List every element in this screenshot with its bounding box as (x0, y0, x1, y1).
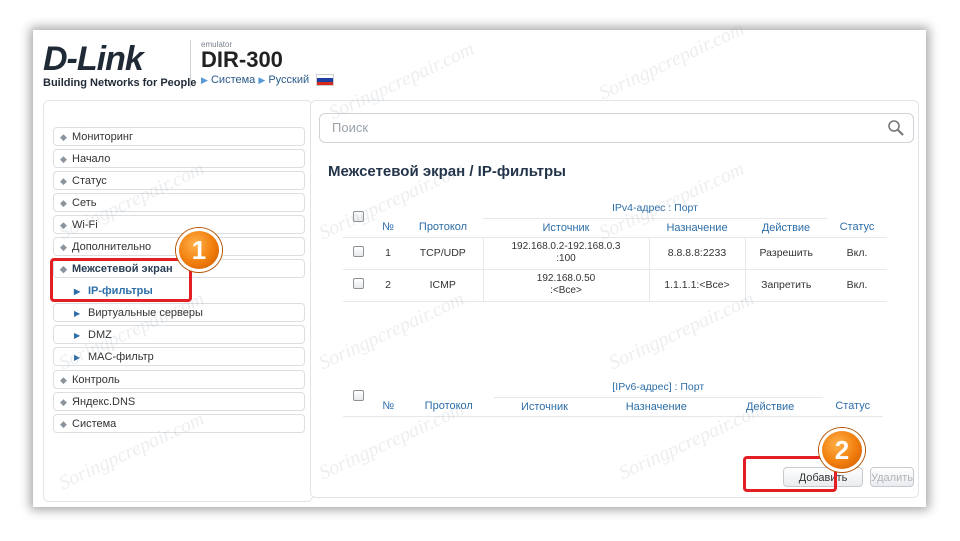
model-info: emulator DIR-300 ▶ Система ▶ Русский (201, 40, 335, 87)
sidebar-item-network[interactable]: ◆ Сеть (53, 193, 305, 212)
bullet-icon: ◆ (60, 397, 67, 407)
page-title: Межсетевой экран / IP-фильтры (328, 163, 566, 180)
col-source: Источник (520, 400, 568, 413)
sidebar-item-label: Виртуальные серверы (88, 307, 203, 319)
cell-source: 192.168.0.50:<Все> (483, 269, 650, 301)
bullet-icon: ◆ (60, 375, 67, 385)
cell-num: 2 (385, 279, 391, 291)
sidebar-item-dmz[interactable]: ▶ DMZ (53, 325, 305, 344)
sidebar-item-label: Мониторинг (72, 131, 134, 143)
row-checkbox[interactable] (352, 278, 364, 289)
row-checkbox-cell (343, 269, 373, 301)
col-num: № (382, 400, 395, 413)
sidebar-item-label: Система (72, 418, 117, 430)
table-row[interactable]: 2 ICMP 192.168.0.50:<Все> 1.1.1.1:<Все> … (343, 269, 887, 301)
highlight-firewall-menu (50, 258, 192, 302)
search-placeholder: Поиск (332, 120, 369, 135)
bullet-icon: ◆ (60, 176, 67, 186)
header-links: ▶ Система ▶ Русский (201, 74, 335, 87)
sidebar-item-start[interactable]: ◆ Начало (53, 149, 305, 168)
sidebar-item-label: Начало (72, 153, 111, 165)
language-link[interactable]: Русский (268, 74, 309, 86)
cell-status: Вкл. (846, 279, 868, 291)
ipv6-group-header: [IPv6-адрес] : Порт (494, 378, 823, 398)
bullet-icon: ◆ (60, 132, 67, 142)
col-status: Статус (839, 221, 875, 234)
col-num: № (382, 221, 394, 234)
bullet-icon: ◆ (60, 154, 67, 164)
sidebar-item-monitoring[interactable]: ◆ Мониторинг (53, 127, 305, 146)
ipv4-group-header: IPv4-адрес : Порт (483, 199, 827, 219)
system-link[interactable]: Система (211, 74, 255, 86)
sidebar-item-label: MAC-фильтр (88, 351, 154, 363)
sidebar-item-label: Wi-Fi (72, 219, 98, 231)
col-protocol: Протокол (424, 400, 473, 413)
cell-status: Вкл. (846, 247, 868, 259)
cell-source-ip: 192.168.0.2-192.168.0.3 (511, 241, 621, 252)
sidebar-item-label: Дополнительно (72, 241, 152, 253)
cell-action: Запретить (761, 279, 812, 291)
cell-source-ip: 192.168.0.50 (536, 273, 596, 284)
row-checkbox[interactable] (352, 246, 364, 257)
bullet-icon: ◆ (60, 242, 67, 252)
router-ui-window: D-Link Building Networks for People emul… (33, 18, 926, 507)
cell-protocol: ICMP (403, 269, 484, 301)
arrow-right-icon: ▶ (74, 353, 81, 362)
sidebar-item-status[interactable]: ◆ Статус (53, 171, 305, 190)
dlink-logo[interactable]: D-Link Building Networks for People (43, 42, 196, 89)
col-action: Действие (745, 400, 795, 413)
delete-button[interactable]: Удалить (870, 467, 914, 487)
ipv4-rules-table: IPv4-адрес : Порт № Протокол Источник На… (343, 199, 887, 302)
sidebar-item-system[interactable]: ◆ Система (53, 414, 305, 433)
sidebar-item-virtual-servers[interactable]: ▶ Виртуальные серверы (53, 303, 305, 322)
cell-action: Разрешить (759, 247, 813, 259)
col-protocol: Протокол (418, 221, 468, 234)
sidebar-item-yandex-dns[interactable]: ◆ Яндекс.DNS (53, 392, 305, 411)
row-checkbox-cell (343, 237, 373, 269)
russian-flag-icon[interactable] (316, 74, 335, 87)
table-row[interactable]: 1 TCP/UDP 192.168.0.2-192.168.0.3:100 8.… (343, 237, 887, 269)
arrow-right-icon: ▶ (258, 75, 266, 85)
model-name: DIR-300 (201, 47, 283, 72)
header-divider (190, 40, 191, 88)
step-2-badge: 2 (819, 428, 865, 472)
select-all-checkbox[interactable] (352, 210, 364, 222)
cell-source-port: :<Все> (550, 285, 582, 296)
col-destination: Назначение (625, 400, 687, 413)
ipv6-rules-table: [IPv6-адрес] : Порт № Протокол Источник … (343, 378, 883, 417)
sidebar-item-control[interactable]: ◆ Контроль (53, 370, 305, 389)
cell-source: 192.168.0.2-192.168.0.3:100 (483, 237, 650, 269)
cell-source-port: :100 (556, 253, 576, 264)
step-1-badge: 1 (176, 228, 222, 272)
bullet-icon: ◆ (60, 220, 67, 230)
sidebar-item-label: Яндекс.DNS (72, 396, 136, 408)
search-input[interactable]: Поиск (319, 113, 914, 143)
search-icon[interactable] (887, 119, 905, 137)
sidebar-item-mac-filter[interactable]: ▶ MAC-фильтр (53, 347, 305, 366)
select-all-cell (343, 199, 373, 238)
col-action: Действие (761, 221, 811, 234)
col-source: Источник (542, 221, 590, 234)
cell-num: 1 (385, 247, 391, 259)
cell-destination: 8.8.8.8:2233 (649, 237, 746, 269)
bullet-icon: ◆ (60, 419, 67, 429)
sidebar-item-label: Статус (72, 175, 107, 187)
arrow-right-icon: ▶ (74, 309, 81, 318)
header: D-Link Building Networks for People emul… (33, 30, 926, 94)
sidebar-item-label: Контроль (72, 374, 120, 386)
select-all-checkbox-ipv6[interactable] (352, 389, 364, 401)
cell-destination: 1.1.1.1:<Все> (649, 269, 746, 301)
arrow-right-icon: ▶ (74, 331, 81, 340)
sidebar-item-wifi[interactable]: ◆ Wi-Fi (53, 215, 305, 234)
arrow-right-icon: ▶ (201, 75, 208, 85)
bullet-icon: ◆ (60, 198, 67, 208)
sidebar-item-label: DMZ (88, 329, 112, 341)
sidebar-item-label: Сеть (72, 197, 97, 209)
logo-text: D-Link (43, 40, 144, 78)
select-all-cell (343, 378, 373, 416)
cell-protocol: TCP/UDP (403, 237, 484, 269)
logo-tagline: Building Networks for People (43, 77, 197, 89)
col-destination: Назначение (666, 221, 728, 234)
col-status: Статус (835, 400, 871, 413)
